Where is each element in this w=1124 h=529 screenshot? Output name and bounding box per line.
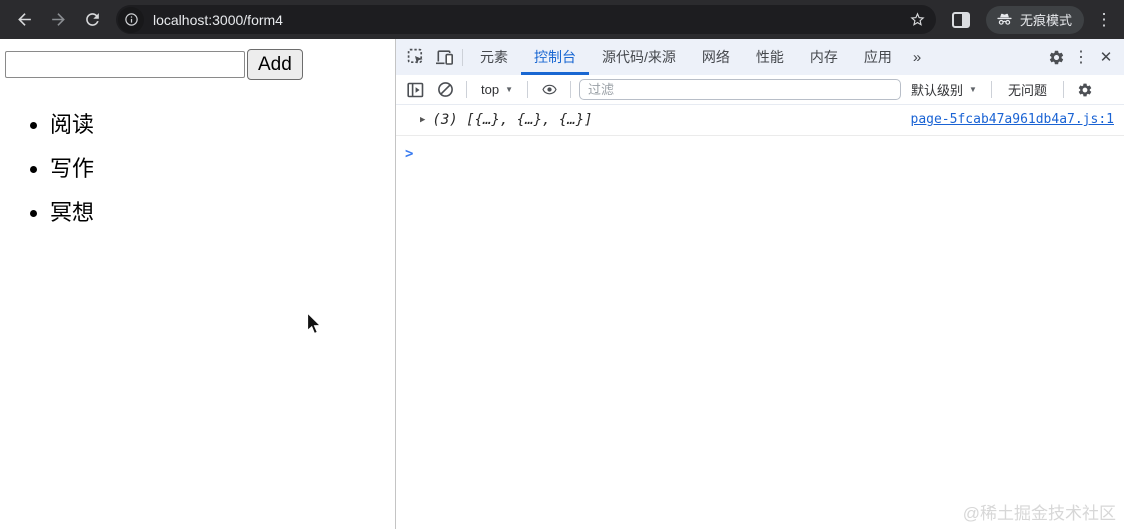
chevron-down-icon: ▼ — [969, 85, 977, 94]
device-toolbar-button[interactable] — [430, 43, 458, 71]
clear-console-button[interactable] — [432, 78, 458, 102]
list-item: 阅读 — [50, 107, 395, 139]
devtools-tab-bar: 元素 控制台 源代码/来源 网络 性能 内存 应用 » ⋮ ✕ — [396, 39, 1124, 75]
gear-icon — [1078, 83, 1092, 96]
devtools-menu-button[interactable]: ⋮ — [1070, 47, 1092, 67]
forward-icon — [51, 13, 65, 26]
devtools-panel: 元素 控制台 源代码/来源 网络 性能 内存 应用 » ⋮ ✕ top ▼ 过滤… — [396, 39, 1124, 529]
incognito-icon — [997, 13, 1012, 25]
url-text[interactable]: localhost:3000/form4 — [153, 12, 283, 28]
divider — [990, 81, 992, 98]
side-panel-button[interactable] — [944, 4, 978, 36]
divider — [466, 81, 467, 98]
content-area: Add 阅读 写作 冥想 元 — [0, 39, 1124, 529]
site-info-button[interactable] — [118, 6, 144, 33]
list-item: 冥想 — [50, 195, 395, 227]
tab-elements[interactable]: 元素 — [467, 39, 521, 75]
chevron-down-icon: ▼ — [505, 85, 513, 94]
side-panel-icon — [951, 11, 970, 28]
tab-memory[interactable]: 内存 — [797, 39, 851, 75]
devtools-close-button[interactable]: ✕ — [1092, 48, 1120, 66]
tab-application[interactable]: 应用 — [851, 39, 905, 75]
reload-button[interactable] — [76, 4, 108, 36]
incognito-label: 无痕模式 — [1019, 13, 1072, 28]
more-tabs-button[interactable]: » — [905, 49, 929, 66]
clear-console-icon — [437, 82, 453, 97]
console-settings-button[interactable] — [1072, 78, 1098, 102]
source-link[interactable]: page-5fcab47a961db4a7.js:1 — [911, 112, 1115, 127]
console-toolbar: top ▼ 默认级别 ▼ 无问题 — [396, 75, 1124, 105]
console-log-text: (3) [{…}, {…}, {…}] — [432, 112, 593, 128]
console-sidebar-icon — [406, 82, 423, 97]
expand-triangle-icon[interactable]: ▶ — [420, 115, 425, 125]
divider — [570, 81, 571, 98]
console-output: ▶ (3) [{…}, {…}, {…}] page-5fcab47a961db… — [396, 105, 1124, 529]
incognito-badge: 无痕模式 — [985, 5, 1084, 34]
log-levels-dropdown[interactable]: 默认级别 ▼ — [905, 80, 983, 99]
device-toolbar-icon — [435, 49, 453, 65]
back-icon — [17, 13, 31, 26]
tab-console[interactable]: 控制台 — [521, 39, 589, 75]
star-icon — [910, 12, 926, 26]
reload-icon — [85, 13, 99, 26]
js-context-label: top — [481, 82, 500, 97]
inspect-icon — [407, 48, 423, 64]
divider — [462, 48, 463, 66]
console-log-row[interactable]: ▶ (3) [{…}, {…}, {…}] page-5fcab47a961db… — [396, 105, 1124, 136]
watermark: @稀土掘金技术社区 — [962, 504, 1116, 523]
address-bar[interactable]: localhost:3000/form4 — [116, 5, 936, 34]
js-context-dropdown[interactable]: top ▼ — [475, 82, 519, 97]
web-page: Add 阅读 写作 冥想 — [0, 39, 396, 529]
devtools-settings-button[interactable] — [1042, 43, 1070, 71]
gear-icon — [1049, 50, 1063, 64]
tab-network[interactable]: 网络 — [689, 39, 743, 75]
todo-input[interactable] — [5, 51, 245, 78]
console-sidebar-button[interactable] — [402, 78, 428, 102]
back-button[interactable] — [8, 4, 40, 36]
browser-toolbar: localhost:3000/form4 无痕模式 ⋮ — [0, 0, 1124, 39]
todo-list: 阅读 写作 冥想 — [5, 107, 395, 227]
console-prompt[interactable]: > — [396, 136, 1124, 168]
info-icon — [124, 13, 138, 26]
live-expression-button[interactable] — [536, 78, 562, 102]
console-filter-input[interactable] — [579, 79, 901, 100]
tab-sources[interactable]: 源代码/来源 — [589, 39, 689, 75]
inspect-element-button[interactable] — [402, 43, 430, 71]
log-levels-label: 默认级别 — [911, 83, 964, 98]
bookmark-button[interactable] — [904, 6, 932, 34]
divider — [527, 81, 528, 98]
add-button[interactable]: Add — [247, 49, 303, 80]
divider — [1062, 81, 1064, 98]
tab-performance[interactable]: 性能 — [743, 39, 797, 75]
list-item: 写作 — [50, 151, 395, 183]
prompt-chevron-icon: > — [405, 146, 414, 162]
issues-status[interactable]: 无问题 — [1000, 80, 1055, 99]
forward-button[interactable] — [42, 4, 74, 36]
eye-icon — [541, 84, 557, 95]
browser-menu-button[interactable]: ⋮ — [1092, 10, 1116, 30]
todo-form: Add — [5, 49, 395, 80]
